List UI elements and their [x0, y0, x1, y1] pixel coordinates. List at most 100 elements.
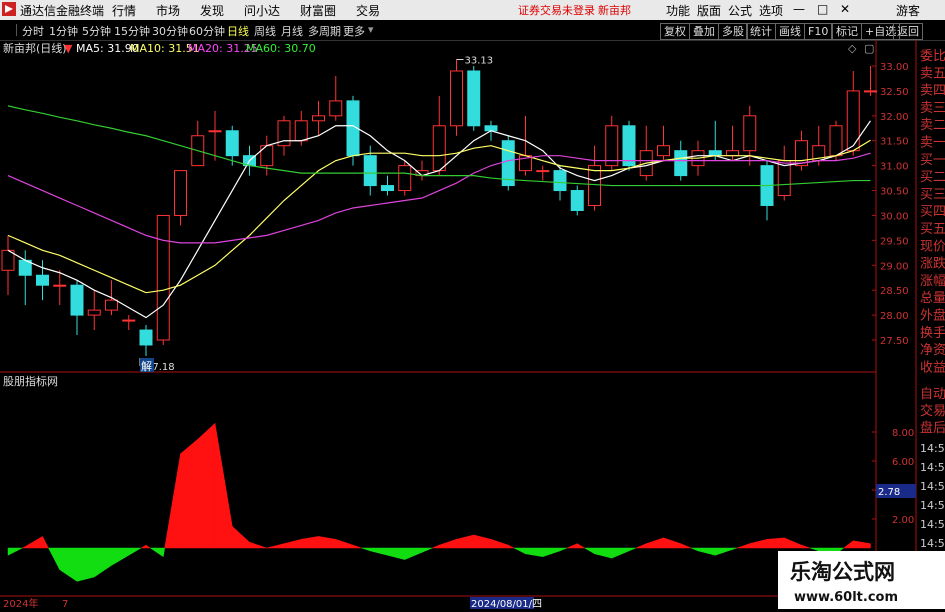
- tab-weekly[interactable]: 周线: [254, 23, 276, 39]
- tab-1min[interactable]: 1分钟: [49, 23, 78, 39]
- candle-up: [605, 125, 619, 167]
- indicator-segment: [22, 546, 26, 549]
- indicator-segment: [318, 536, 336, 549]
- side-label: 卖一: [920, 136, 945, 151]
- price-tick-label: 29.00: [880, 261, 909, 272]
- settings-diamond-icon[interactable]: ◇: [848, 42, 857, 55]
- side-time: 14:56: [920, 480, 945, 493]
- indicator-segment: [635, 543, 647, 549]
- indicator-segment: [439, 538, 457, 549]
- date-month: 7: [62, 599, 68, 609]
- indicator-segment: [352, 544, 362, 549]
- menu-item-functions[interactable]: 功能: [666, 2, 690, 19]
- candle-up: [588, 165, 601, 206]
- candle-up: [795, 140, 808, 167]
- price-tick-label: 31.00: [880, 162, 909, 173]
- indicator-segment: [583, 547, 595, 555]
- price-tick-label: 29.50: [880, 236, 909, 247]
- candle-up: [174, 170, 187, 216]
- side-label: 净资: [920, 343, 945, 358]
- maximize-icon[interactable]: □: [817, 2, 828, 16]
- back-button[interactable]: 返回: [893, 23, 923, 40]
- overlay-button[interactable]: 叠加: [689, 23, 719, 40]
- minimize-icon[interactable]: —: [793, 2, 805, 16]
- high-price-annotation: 33.13: [465, 56, 494, 67]
- tab-daily[interactable]: 日线: [227, 23, 249, 39]
- tab-60min[interactable]: 60分钟: [189, 23, 225, 39]
- adjust-button[interactable]: 复权: [660, 23, 690, 40]
- tab-30min[interactable]: 30分钟: [152, 23, 188, 39]
- indicator-segment: [421, 547, 433, 553]
- indicator-segment: [249, 541, 267, 549]
- close-icon[interactable]: ✕: [840, 2, 850, 16]
- indicator-segment: [842, 540, 854, 549]
- ma60-label: MA60: 30.70: [246, 42, 316, 55]
- indicator-segment: [736, 543, 750, 549]
- app-logo-icon: [2, 2, 16, 16]
- candle-up: [846, 90, 860, 152]
- indicator-segment: [691, 547, 699, 552]
- more-chevron-icon[interactable]: ▾: [368, 23, 374, 36]
- indicator-segment: [59, 547, 78, 582]
- chart-area[interactable]: 新亩邦(日线) ▼ MA5: 31.90 MA10: 31.51 MA20: 3…: [0, 40, 945, 610]
- quote-side-panel: 委比卖五卖四卖三卖二卖一买一买二买三买四买五现价涨跌涨幅总量外盘换手净资收益自动…: [920, 49, 945, 588]
- candle-up: [87, 309, 101, 316]
- indicator-tick-label: 8.00: [892, 428, 914, 439]
- tab-monthly[interactable]: 月线: [281, 23, 303, 39]
- unlock-marker[interactable]: 解: [141, 359, 152, 373]
- tab-15min[interactable]: 15分钟: [114, 23, 150, 39]
- tab-timeshare[interactable]: 分时: [22, 23, 44, 39]
- watermark-url: www.60lt.com: [794, 590, 898, 605]
- indicator-tick-label: 2.00: [892, 515, 914, 526]
- menu-item-wealth[interactable]: 财富圈: [300, 2, 336, 19]
- indicator-tick-label: 6.00: [892, 457, 914, 468]
- indicator-segment: [128, 547, 142, 556]
- side-lower-label: 自动: [920, 387, 945, 402]
- menu-item-ask[interactable]: 问小达: [244, 2, 280, 19]
- mark-button[interactable]: 标记: [832, 23, 862, 40]
- candle-down: [674, 150, 688, 177]
- tab-multi-period[interactable]: 多周期: [308, 23, 341, 39]
- indicator-segment: [42, 536, 49, 549]
- indicator-name: 股朋指标网: [3, 374, 58, 388]
- indicator-segment: [715, 547, 733, 556]
- price-tick-label: 28.50: [880, 286, 909, 297]
- candle-up: [294, 120, 308, 142]
- candle-up: [726, 150, 739, 157]
- menu-item-quotes[interactable]: 行情: [112, 2, 136, 19]
- side-label: 买一: [920, 153, 945, 168]
- indicator-segment: [525, 547, 543, 557]
- candle-up: [156, 214, 170, 341]
- indicator-segment: [456, 534, 474, 549]
- side-time: 14:56: [920, 461, 945, 474]
- statistics-button[interactable]: 统计: [746, 23, 776, 40]
- menu-item-options[interactable]: 选项: [759, 2, 783, 19]
- candle-up: [743, 115, 757, 152]
- draw-line-button[interactable]: 画线: [775, 23, 805, 40]
- f10-button[interactable]: F10: [804, 23, 833, 40]
- tab-more[interactable]: 更多: [343, 23, 365, 39]
- menu-item-market[interactable]: 市场: [156, 2, 180, 19]
- indicator-segment: [266, 543, 285, 549]
- stock-period-label: 新亩邦(日线): [3, 41, 67, 55]
- guest-label[interactable]: 游客: [896, 2, 920, 19]
- indicator-segment: [94, 547, 112, 578]
- menu-item-layout[interactable]: 版面: [697, 2, 721, 19]
- indicator-segment: [784, 537, 802, 549]
- legend-marker-icon: ▼: [64, 42, 73, 55]
- indicator-segment: [432, 544, 440, 549]
- menu-item-discover[interactable]: 发现: [200, 2, 224, 19]
- stock-name: 新亩邦: [598, 4, 631, 17]
- tab-5min[interactable]: 5分钟: [82, 23, 111, 39]
- candle-up: [312, 115, 325, 122]
- kline-chart[interactable]: 新亩邦(日线) ▼ MA5: 31.90 MA10: 31.51 MA20: 3…: [0, 40, 945, 610]
- price-tick-label: 32.50: [880, 87, 909, 98]
- panel-toggle-icon[interactable]: ▢: [864, 42, 874, 55]
- indicator-segment: [513, 547, 526, 555]
- login-notice[interactable]: 证券交易未登录: [518, 2, 595, 18]
- menu-item-formula[interactable]: 公式: [728, 2, 752, 19]
- menu-item-trade[interactable]: 交易: [356, 2, 380, 19]
- indicator-segment: [766, 537, 785, 549]
- candle-down: [553, 170, 567, 192]
- multi-stock-button[interactable]: 多股: [718, 23, 748, 40]
